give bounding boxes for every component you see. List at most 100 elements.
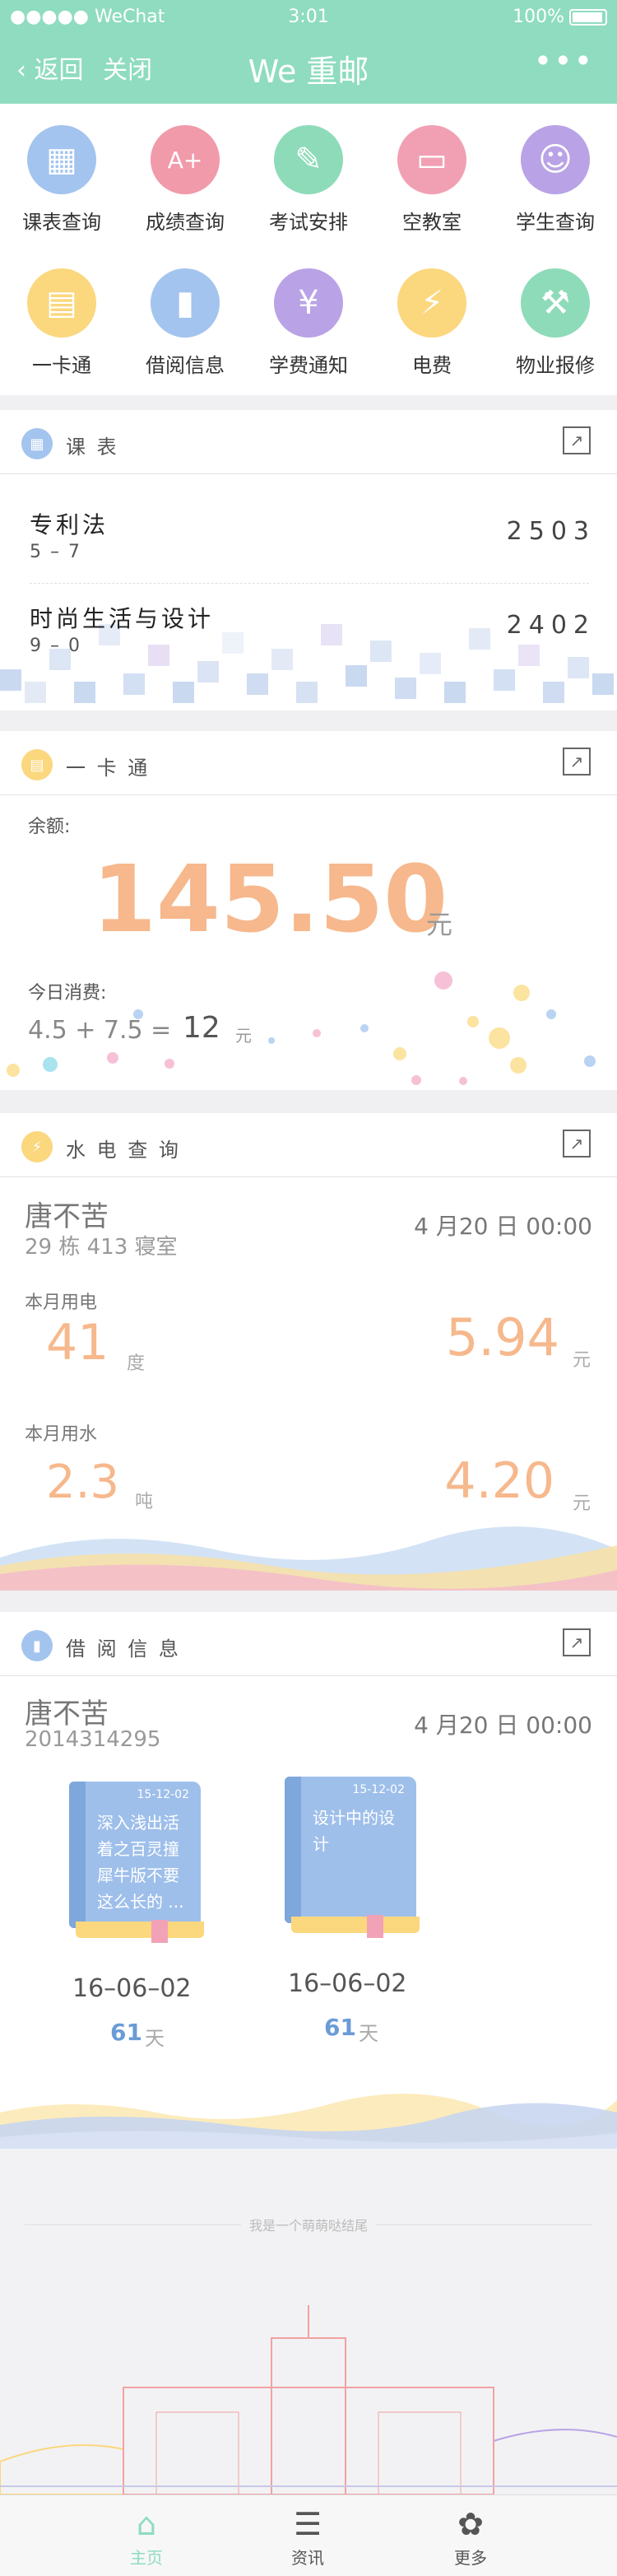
grade-doc-icon: A+ xyxy=(151,125,220,194)
bottom-tab-bar: ⌂ 主页 ☰ 资讯 ✿ 更多 xyxy=(0,2494,617,2576)
grid-item-label: 电费 xyxy=(412,354,452,377)
footer-area: 我是一个萌萌哒结尾 xyxy=(0,2149,617,2494)
calendar-grid-icon: ▦ xyxy=(27,125,96,194)
battery-status: 100% xyxy=(513,7,607,27)
pencil-icon: ✎ xyxy=(274,125,343,194)
dorm-label: 29 栋 413 寝室 xyxy=(25,1235,178,1260)
elec-usage: 41 xyxy=(46,1314,109,1372)
bolt-icon: ⚡ xyxy=(21,1131,53,1162)
student-icon: ☺ xyxy=(521,125,590,194)
card-title: 水 电 查 询 xyxy=(66,1139,181,1162)
bolt-icon: ⚡ xyxy=(397,268,466,338)
student-id: 2014314295 xyxy=(25,1727,161,1752)
page-title: We 重邮 xyxy=(248,54,369,90)
open-external-icon[interactable]: ↗ xyxy=(563,748,591,776)
tab-label: 更多 xyxy=(454,2548,487,2568)
campus-building-illustration xyxy=(0,2305,617,2494)
borrow-card[interactable]: ▮ 借 阅 信 息 ↗ 唐不苦 2014314295 4 月20 日 00:00… xyxy=(0,1612,617,2149)
tab-home[interactable]: ⌂ 主页 xyxy=(97,2504,196,2569)
app-header: ●●●●● WeChat 3:01 100% ‹ 返回 关闭 We 重邮 ••• xyxy=(0,0,617,104)
grid-item-electricity[interactable]: ⚡ 电费 xyxy=(370,268,494,378)
card-title: 课 表 xyxy=(66,436,119,459)
grid-item-repair[interactable]: ⚒ 物业报修 xyxy=(494,268,617,378)
book-days-unit: 天 xyxy=(145,2027,165,2050)
balance-value: 145.50 xyxy=(92,846,448,953)
book-stamp: 15-12-02 xyxy=(352,1783,405,1796)
grid-item-label: 借阅信息 xyxy=(146,354,225,377)
book-item[interactable]: 15-12-02 深入浅出活着之百灵撞犀牛版不要这么长的 ... xyxy=(69,1782,204,1943)
board-icon: ▭ xyxy=(397,125,466,194)
today-label: 今日消费: xyxy=(28,983,107,1004)
book-days: 61 xyxy=(324,2014,356,2041)
book-title: 深入浅出活着之百灵撞犀牛版不要这么长的 ... xyxy=(97,1813,184,1912)
grid-item-students[interactable]: ☺ 学生查询 xyxy=(494,125,617,235)
tab-label: 主页 xyxy=(130,2548,163,2568)
schedule-card[interactable]: ▦ 课 表 ↗ 专利法 5 – 7 2503 时尚生活与设计 9 – 0 240… xyxy=(0,410,617,710)
grid-item-schedule[interactable]: ▦ 课表查询 xyxy=(0,125,123,235)
book-icon: ▮ xyxy=(151,268,220,338)
grid-item-exams[interactable]: ✎ 考试安排 xyxy=(247,125,370,235)
grid-item-label: 考试安排 xyxy=(269,211,348,234)
card-icon: ▤ xyxy=(27,268,96,338)
campus-card-card[interactable]: ▤ 一 卡 通 ↗ 余额: 145.50 元 今日消费: 4.5 + 7.5 =… xyxy=(0,731,617,1090)
balance-label: 余额: xyxy=(28,817,71,837)
more-menu-icon[interactable]: ••• xyxy=(534,43,594,79)
page: ●●●●● WeChat 3:01 100% ‹ 返回 关闭 We 重邮 •••… xyxy=(0,0,617,2576)
card-title: 一 卡 通 xyxy=(66,757,151,780)
tab-news[interactable]: ☰ 资讯 xyxy=(258,2504,357,2569)
landscape-decoration xyxy=(0,2094,617,2149)
open-external-icon[interactable]: ↗ xyxy=(563,426,591,454)
bookmark-icon xyxy=(151,1920,168,1943)
card-title: 借 阅 信 息 xyxy=(66,1637,181,1661)
grid-item-empty-room[interactable]: ▭ 空教室 xyxy=(370,125,494,235)
course-time: 9 – 0 xyxy=(30,636,81,656)
grid-item-label: 成绩查询 xyxy=(146,211,225,234)
course-room: 2503 xyxy=(506,517,596,546)
book-days: 61 xyxy=(110,2019,142,2046)
grid-item-label: 学费通知 xyxy=(269,354,348,377)
book-spine xyxy=(69,1782,86,1928)
news-icon: ☰ xyxy=(293,2506,322,2542)
course-room: 2402 xyxy=(506,611,596,640)
footer-note: 我是一个萌萌哒结尾 xyxy=(240,2218,376,2234)
divider xyxy=(30,583,589,584)
tab-more[interactable]: ✿ 更多 xyxy=(421,2504,520,2569)
balance-unit: 元 xyxy=(426,909,453,940)
card-header: ▦ 课 表 ↗ xyxy=(0,410,617,474)
elec-cost-unit: 元 xyxy=(572,1350,591,1371)
water-cost: 4.20 xyxy=(444,1452,554,1510)
open-external-icon[interactable]: ↗ xyxy=(563,1130,591,1158)
course-time: 5 – 7 xyxy=(30,542,81,562)
book-icon: ▮ xyxy=(21,1630,53,1661)
grid-item-borrow[interactable]: ▮ 借阅信息 xyxy=(123,268,247,378)
card-header: ▮ 借 阅 信 息 ↗ xyxy=(0,1612,617,1676)
grid-item-tuition[interactable]: ¥ 学费通知 xyxy=(247,268,370,378)
grid-item-label: 物业报修 xyxy=(516,354,595,377)
date-label: 4 月20 日 00:00 xyxy=(414,1213,592,1240)
wave-decoration xyxy=(0,1526,617,1591)
grid-item-card[interactable]: ▤ 一卡通 xyxy=(0,268,123,378)
grid-item-grades[interactable]: A+ 成绩查询 xyxy=(123,125,247,235)
grid-item-label: 一卡通 xyxy=(32,354,91,377)
water-usage: 2.3 xyxy=(46,1456,120,1509)
grid-item-label: 学生查询 xyxy=(516,211,595,234)
book-pages xyxy=(291,1917,420,1933)
function-grid: ▦ 课表查询 A+ 成绩查询 ✎ 考试安排 ▭ 空教室 ☺ 学生查询 ▤ 一卡通… xyxy=(0,104,617,395)
course-name: 时尚生活与设计 xyxy=(30,605,215,632)
card-icon: ▤ xyxy=(21,749,53,780)
book-pages xyxy=(76,1922,204,1938)
elec-label: 本月用电 xyxy=(25,1293,98,1313)
bookmark-icon xyxy=(367,1915,383,1938)
user-name: 唐不苦 xyxy=(25,1698,109,1731)
open-external-icon[interactable]: ↗ xyxy=(563,1628,591,1656)
today-total: 12 xyxy=(183,1011,220,1045)
grid-item-label: 空教室 xyxy=(402,211,462,234)
status-bar: ●●●●● WeChat 3:01 100% xyxy=(0,0,617,33)
yen-icon: ¥ xyxy=(274,268,343,338)
utility-card[interactable]: ⚡ 水 电 查 询 ↗ 唐不苦 29 栋 413 寝室 4 月20 日 00:0… xyxy=(0,1113,617,1591)
book-spine xyxy=(285,1777,301,1923)
battery-icon xyxy=(569,9,607,26)
home-icon: ⌂ xyxy=(136,2506,157,2542)
book-item[interactable]: 15-12-02 设计中的设计 xyxy=(285,1777,420,1938)
water-label: 本月用水 xyxy=(25,1424,98,1445)
